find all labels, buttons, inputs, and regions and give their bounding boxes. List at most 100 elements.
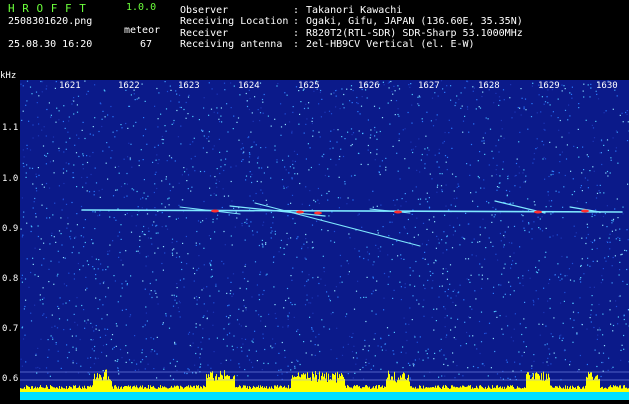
noise-speck (255, 261, 256, 262)
noise-speck (455, 105, 456, 106)
noise-speck (283, 307, 284, 308)
level-bar (576, 389, 577, 392)
noise-speck (563, 323, 564, 324)
noise-speck (249, 109, 250, 110)
level-bar (552, 387, 553, 392)
noise-speck (275, 343, 276, 344)
noise-speck (560, 274, 561, 275)
noise-speck (249, 154, 250, 155)
noise-speck (318, 103, 319, 104)
noise-speck (345, 316, 346, 317)
noise-speck (107, 329, 108, 330)
noise-speck (51, 115, 52, 116)
noise-speck (450, 329, 451, 330)
noise-speck (170, 86, 171, 87)
noise-speck (138, 369, 139, 370)
noise-speck (112, 240, 113, 241)
noise-speck (287, 288, 288, 289)
noise-speck (144, 179, 145, 180)
level-bar (560, 387, 561, 392)
noise-speck (128, 106, 129, 107)
noise-speck (560, 120, 561, 121)
noise-speck (176, 296, 177, 297)
noise-speck (443, 306, 444, 307)
x-tick-label: 1626 (358, 81, 380, 91)
noise-speck (533, 300, 534, 301)
noise-speck (73, 362, 74, 363)
noise-speck (619, 229, 620, 230)
noise-speck (445, 206, 446, 207)
noise-speck (450, 264, 451, 265)
level-bar (584, 389, 585, 393)
noise-speck (172, 295, 173, 296)
noise-speck (353, 346, 354, 347)
noise-speck (370, 129, 371, 130)
noise-speck (421, 160, 422, 161)
level-bar (90, 386, 91, 393)
noise-speck (563, 85, 564, 86)
level-bar (417, 388, 418, 392)
level-bar (184, 388, 185, 392)
noise-speck (510, 286, 511, 287)
noise-speck (567, 119, 568, 120)
noise-speck (370, 152, 371, 153)
noise-speck (419, 275, 420, 276)
noise-speck (511, 337, 512, 338)
level-bar (610, 385, 611, 392)
noise-speck (445, 291, 446, 292)
noise-speck (568, 132, 569, 133)
noise-speck (550, 104, 551, 105)
noise-speck (287, 95, 288, 96)
noise-speck (486, 201, 487, 202)
level-bar (557, 387, 558, 393)
noise-speck (489, 237, 490, 238)
noise-speck (444, 376, 445, 377)
noise-speck (610, 300, 611, 301)
noise-speck (36, 174, 37, 175)
noise-speck (299, 334, 300, 335)
noise-speck (522, 355, 523, 356)
noise-speck (105, 269, 106, 270)
noise-speck (43, 313, 44, 314)
noise-speck (397, 362, 398, 363)
noise-speck (78, 263, 79, 264)
level-bar (394, 372, 395, 392)
noise-speck (354, 373, 355, 374)
noise-speck (242, 225, 243, 226)
level-bar (164, 386, 165, 392)
noise-speck (69, 352, 70, 353)
noise-speck (52, 141, 53, 142)
noise-speck (240, 288, 241, 289)
noise-speck (393, 214, 394, 215)
noise-speck (67, 217, 68, 218)
noise-speck (429, 207, 430, 208)
noise-speck (292, 218, 293, 219)
noise-speck (74, 314, 75, 315)
noise-speck (594, 171, 595, 172)
noise-speck (190, 345, 191, 346)
noise-speck (557, 234, 558, 235)
noise-speck (143, 159, 144, 160)
noise-speck (201, 348, 202, 349)
level-bar (128, 385, 129, 392)
y-tick-label: 1.0 (2, 174, 18, 184)
level-bar (386, 379, 387, 392)
noise-speck (507, 178, 508, 179)
noise-speck (442, 273, 443, 274)
noise-speck (218, 119, 219, 120)
level-bar (521, 389, 522, 392)
noise-speck (250, 221, 251, 222)
level-bar (475, 388, 476, 392)
noise-speck (562, 90, 563, 91)
noise-speck (74, 278, 75, 279)
level-bar (102, 380, 103, 392)
noise-speck (531, 368, 532, 369)
level-bar (240, 386, 241, 392)
level-bar (339, 374, 340, 392)
noise-speck (272, 222, 273, 223)
level-bar (178, 386, 179, 392)
level-bar (360, 388, 361, 392)
noise-speck (460, 345, 461, 346)
noise-speck (523, 341, 524, 342)
noise-speck (594, 137, 595, 138)
